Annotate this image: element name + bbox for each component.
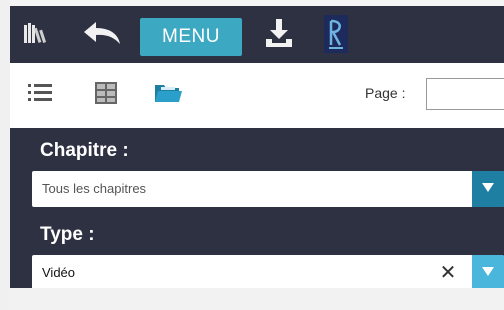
back-arrow-icon [82, 20, 122, 51]
app-frame: MENU Page: Chapitre: Tous les chapitre… [0, 0, 504, 310]
chapitre-label: Chapitre : [40, 140, 129, 161]
type-dropdown-button[interactable] [472, 255, 504, 291]
top-toolbar: MENU [10, 6, 504, 63]
chevron-down-icon [481, 264, 495, 282]
menu-button[interactable]: MENU [140, 18, 242, 56]
brand-logo-icon [324, 14, 348, 58]
page-input[interactable] [426, 78, 504, 110]
chapitre-select-value: Tous les chapitres [42, 181, 147, 196]
clear-icon[interactable]: ✕ [438, 262, 458, 284]
folder-button[interactable] [152, 81, 184, 109]
page-label: Page : [365, 85, 406, 101]
library-icon [23, 21, 49, 50]
chapitre-dropdown-button[interactable] [472, 171, 504, 207]
download-button[interactable] [262, 18, 296, 52]
bottom-strip [10, 288, 504, 310]
folder-icon [153, 81, 183, 110]
chapitre-select[interactable]: Tous les chapitres [32, 171, 504, 207]
list-view-button[interactable] [26, 81, 54, 109]
download-icon [263, 17, 295, 54]
type-select-value: Vidéo [42, 265, 76, 280]
view-toolbar: Page : [10, 63, 504, 128]
filter-panel: Chapitre : Tous les chapitres Type : Vid… [10, 128, 504, 291]
type-select[interactable]: Vidéo ✕ [32, 255, 504, 291]
grid-view-button[interactable] [92, 81, 120, 109]
brand-logo[interactable] [322, 14, 350, 58]
left-edge [0, 0, 10, 310]
grid-view-icon [94, 81, 118, 110]
list-view-icon [27, 82, 53, 109]
library-button[interactable] [22, 21, 50, 49]
chevron-down-icon [481, 180, 495, 198]
type-label: Type : [40, 224, 95, 245]
back-button[interactable] [80, 21, 124, 49]
